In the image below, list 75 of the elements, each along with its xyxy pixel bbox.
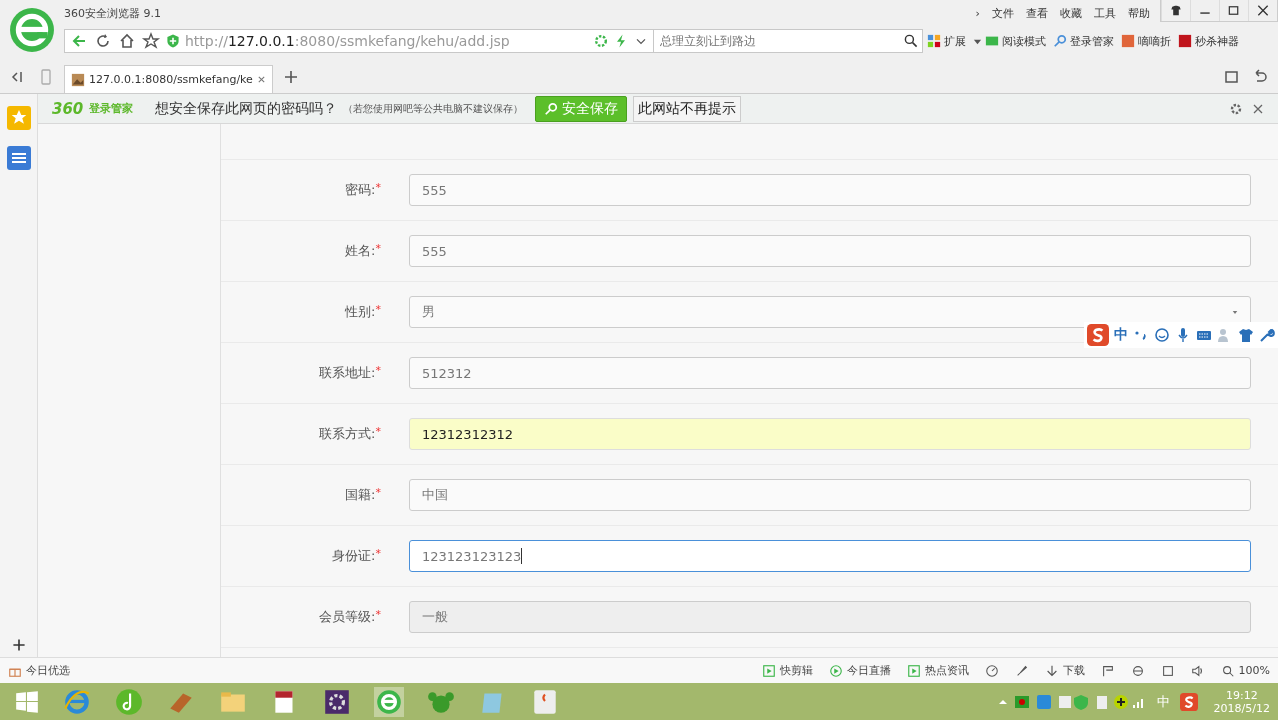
page-icon [71,72,85,87]
required-mark: * [375,181,381,194]
play-icon [828,663,843,678]
browser-logo [9,7,55,53]
plus-icon[interactable] [10,637,27,653]
shield-icon [165,33,181,49]
toolbar-item[interactable]: 阅读模式 [1002,33,1046,49]
toolbar-item[interactable]: 扩展 [944,33,966,49]
save-password-note: （若您使用网吧等公共电脑不建议保存） [343,101,524,116]
field-label: 身份证: [332,548,376,563]
brand-name: 登录管家 [89,101,134,116]
menu-item[interactable]: 帮助 [1128,5,1150,21]
more-menu[interactable]: › [975,6,980,20]
download-link[interactable]: 下载 [1062,663,1085,678]
input-field[interactable]: 12312312312 [409,418,1251,450]
search-field[interactable]: 总理立刻让到路边 [653,29,923,53]
brand-logo: 360 [52,99,84,118]
toolbar-item[interactable]: 登录管家 [1070,33,1114,49]
ime-mode[interactable]: 中 [1114,326,1128,344]
star-icon[interactable] [141,31,161,51]
select-field[interactable]: 男 [409,296,1251,328]
field-label: 联系地址: [319,365,376,380]
play-icon [761,663,776,678]
toolbar-item[interactable]: 秒杀神器 [1195,33,1239,49]
browser-tab[interactable]: 127.0.0.1:8080/ssmkefang/ke [64,65,273,93]
search-icon[interactable] [903,33,919,49]
flag-icon[interactable] [1100,663,1115,678]
field-label: 性别: [345,304,376,319]
zoom-icon [1220,663,1235,678]
field-label: 密码: [345,182,376,197]
status-link[interactable]: 今日直播 [846,663,891,678]
input-field[interactable]: 512312 [409,357,1251,389]
menu-item[interactable]: 收藏 [1060,5,1082,21]
required-mark: * [375,608,381,621]
menu-item[interactable]: 工具 [1094,5,1116,21]
smiley-icon[interactable] [1154,327,1170,343]
status-link[interactable]: 今日优选 [26,663,70,678]
required-mark: * [375,303,381,316]
window-icon[interactable] [1160,663,1175,678]
window-title: 360安全浏览器 9.1 [64,5,161,21]
input-field[interactable]: 123123123123 [409,540,1251,572]
grid-icon [927,34,941,48]
play-icon [906,663,921,678]
never-button[interactable]: 此网站不再提示 [633,95,742,122]
save-password-question: 想安全保存此网页的密码吗？ [155,99,338,118]
field-label: 联系方式: [319,426,376,441]
field-label: 会员等级: [319,609,376,624]
field-label: 国籍: [345,487,376,502]
required-mark: * [375,486,381,499]
zoom-level[interactable]: 100% [1238,664,1270,677]
status-link[interactable]: 热点资讯 [924,663,969,678]
shirt-icon[interactable] [1238,327,1254,343]
download-icon [1044,663,1059,678]
speedometer-icon[interactable] [984,663,999,678]
status-link[interactable]: 快剪辑 [779,663,813,678]
ime-logo-icon[interactable] [1179,692,1198,711]
required-mark: * [375,425,381,438]
input-field[interactable]: 中国 [409,479,1251,511]
speaker-icon[interactable] [1190,663,1205,678]
field-label: 姓名: [345,243,376,258]
address-bar[interactable]: http://127.0.0.1:8080/ssmkefang/kehu/add.jsp [64,29,654,53]
caret-icon [1232,309,1238,315]
required-mark: * [375,547,381,560]
close-icon[interactable] [256,75,266,84]
list-icon[interactable] [6,146,31,170]
input-field[interactable]: 555 [409,174,1251,206]
required-mark: * [375,242,381,255]
url-text[interactable]: http://127.0.0.1:8080/ssmkefang/kehu/add.jsp [185,33,510,49]
menu-item[interactable]: 文件 [992,5,1014,21]
input-field[interactable]: 555 [409,235,1251,267]
start-icon[interactable] [14,688,40,715]
toolbar-item[interactable]: 嘀嘀折 [1138,33,1171,49]
menu-item[interactable]: 查看 [1026,5,1048,21]
required-mark: * [375,364,381,377]
browser-icon[interactable] [374,686,404,717]
